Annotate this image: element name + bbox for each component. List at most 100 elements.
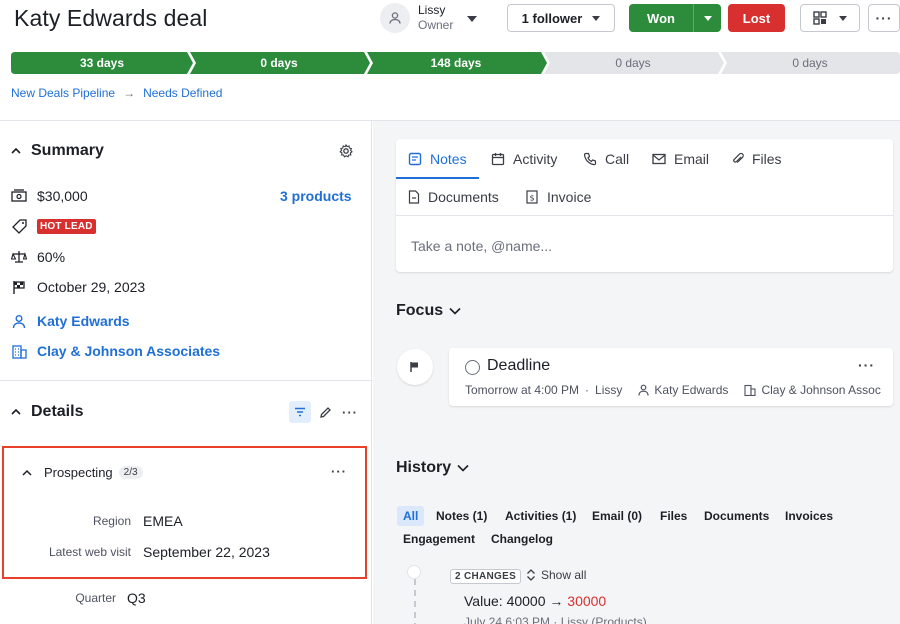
won-button[interactable]: Won [629, 4, 721, 32]
more-actions-button[interactable]: ··· [868, 4, 900, 32]
chevron-down-icon [703, 15, 712, 21]
activity-owner: Lissy [595, 383, 623, 397]
change-old-value: 40000 [506, 593, 546, 609]
stage-4-label[interactable]: 0 days [545, 56, 721, 70]
activity-title[interactable]: Deadline [487, 357, 550, 375]
close-date-row[interactable]: October 29, 2023 [11, 279, 145, 295]
details-header[interactable]: Details [11, 403, 83, 421]
follower-button[interactable]: 1 follower [507, 4, 615, 32]
history-filter-engagement[interactable]: Engagement [397, 529, 481, 549]
organization-link[interactable]: Clay & Johnson Associates [37, 343, 220, 359]
view-switcher-button[interactable] [800, 4, 860, 32]
history-filter-activities[interactable]: Activities (1) [499, 506, 582, 526]
history-header[interactable]: History [396, 459, 469, 477]
focus-title: Focus [396, 302, 444, 319]
filter-icon [295, 407, 305, 417]
person-icon [11, 313, 27, 329]
pencil-icon[interactable] [319, 406, 332, 419]
activity-due: Tomorrow at 4:00 PM [465, 383, 580, 397]
mark-done-checkbox[interactable] [465, 360, 480, 375]
chevron-down-icon [449, 307, 461, 315]
tab-notes-label: Notes [430, 151, 467, 167]
calendar-icon [491, 152, 505, 166]
phone-icon [583, 152, 597, 166]
field-label-quarter: Quarter [75, 591, 116, 605]
breadcrumb-arrow: → [123, 86, 136, 100]
person-link[interactable]: Katy Edwards [37, 313, 130, 329]
history-filter-documents[interactable]: Documents [698, 506, 775, 526]
show-all-label: Show all [541, 568, 587, 582]
prospecting-header[interactable]: Prospecting 2/3 [22, 465, 143, 480]
change-arrow: → [549, 593, 564, 609]
field-value-web-visit[interactable]: September 22, 2023 [143, 544, 270, 560]
field-value-region[interactable]: EMEA [143, 513, 183, 529]
chevron-down-icon [592, 15, 601, 21]
field-label-region: Region [92, 514, 131, 528]
history-filter-notes[interactable]: Notes (1) [430, 506, 493, 526]
focus-activity-card[interactable]: Deadline ··· Tomorrow at 4:00 PM · Lissy… [449, 348, 893, 406]
change-colon: : [498, 593, 503, 609]
tab-invoice-label: Invoice [547, 189, 592, 205]
activity-more-button[interactable]: ··· [858, 357, 875, 373]
stage-1-label[interactable]: 33 days [14, 56, 190, 70]
history-filter-invoices[interactable]: Invoices [779, 506, 839, 526]
history-filter-changelog[interactable]: Changelog [485, 529, 559, 549]
tab-documents[interactable]: Documents [408, 189, 499, 205]
gear-icon[interactable] [339, 144, 353, 158]
stage-5-label[interactable]: 0 days [722, 56, 898, 70]
filter-fields-button[interactable] [289, 401, 311, 423]
label-row[interactable]: HOT LEAD [11, 218, 96, 234]
deal-header: Katy Edwards deal Lissy Owner 1 follower… [0, 0, 900, 40]
chevron-up-icon [11, 408, 21, 415]
won-label: Won [647, 10, 675, 26]
details-more-button[interactable]: ··· [342, 405, 358, 420]
lost-button[interactable]: Lost [728, 4, 785, 32]
show-all-changes-button[interactable]: Show all [526, 568, 586, 582]
summary-header[interactable]: Summary [11, 142, 104, 160]
activity-person-link[interactable]: Katy Edwards [654, 383, 728, 397]
history-filter-email[interactable]: Email (0) [586, 506, 648, 526]
group-more-button[interactable]: ··· [331, 464, 347, 479]
person-icon [638, 384, 649, 396]
prospecting-group: Prospecting 2/3 ··· Region EMEA Latest w… [2, 446, 367, 579]
change-entry: Value: 40000 → 30000 [464, 593, 606, 609]
tab-activity[interactable]: Activity [491, 151, 557, 167]
main-content: Notes Activity Call Email Files Document… [373, 121, 900, 624]
history-filter-files[interactable]: Files [654, 506, 693, 526]
deal-title[interactable]: Katy Edwards deal [14, 5, 207, 32]
deal-value: $30,000 [37, 188, 88, 204]
focus-header[interactable]: Focus [396, 302, 461, 320]
divider [0, 380, 372, 381]
activity-org-link[interactable]: Clay & Johnson Assoc [761, 383, 880, 397]
probability-row[interactable]: 60% [11, 249, 65, 265]
owner-selector[interactable]: Lissy Owner [380, 3, 478, 33]
left-sidebar: Summary $30,000 3 products HOT LEAD 60% … [0, 121, 372, 624]
won-dropdown-button[interactable] [694, 15, 721, 21]
tab-notes[interactable]: Notes [408, 151, 467, 167]
deal-value-row[interactable]: $30,000 [11, 188, 88, 204]
tab-email-label: Email [674, 151, 710, 167]
tab-activity-label: Activity [513, 151, 558, 167]
pipeline-stage-bar: 33 days 0 days 148 days 0 days 0 days [11, 52, 900, 74]
field-count-badge: 2/3 [118, 466, 143, 479]
breadcrumb-stage-link[interactable]: Needs Defined [143, 86, 222, 100]
stage-2-label[interactable]: 0 days [191, 56, 367, 70]
field-value-quarter[interactable]: Q3 [127, 590, 146, 606]
timeline-line [414, 579, 416, 624]
tab-invoice[interactable]: $ Invoice [525, 189, 591, 205]
tab-files[interactable]: Files [732, 151, 782, 167]
stage-3-label[interactable]: 148 days [368, 56, 544, 70]
breadcrumb-pipeline-link[interactable]: New Deals Pipeline [11, 86, 115, 100]
organization-row[interactable]: Clay & Johnson Associates [11, 343, 220, 359]
document-icon [408, 190, 420, 204]
prospecting-title: Prospecting [44, 465, 113, 480]
tab-email[interactable]: Email [652, 151, 709, 167]
paperclip-icon [732, 152, 744, 166]
tab-call[interactable]: Call [583, 151, 629, 167]
details-toolbar: ··· [289, 401, 358, 423]
history-filter-all[interactable]: All [397, 506, 425, 526]
person-row[interactable]: Katy Edwards [11, 313, 130, 329]
tab-files-label: Files [752, 151, 782, 167]
products-link[interactable]: 3 products [280, 188, 352, 204]
note-input[interactable]: Take a note, @name... [411, 238, 552, 254]
